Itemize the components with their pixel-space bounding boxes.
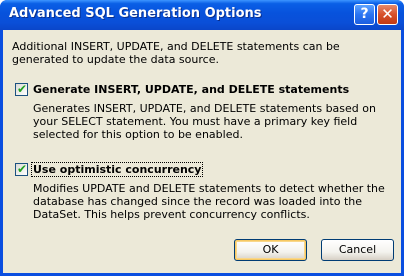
cancel-button[interactable]: Cancel — [321, 239, 394, 261]
dialog-window: Advanced SQL Generation Options ? ✕ Addi… — [0, 0, 404, 276]
generate-statements-description: Generates INSERT, UPDATE, and DELETE sta… — [33, 102, 376, 141]
help-button[interactable]: ? — [354, 4, 375, 25]
title-bar[interactable]: Advanced SQL Generation Options ? ✕ — [0, 0, 404, 30]
dialog-body: Additional INSERT, UPDATE, and DELETE st… — [3, 30, 401, 273]
optimistic-concurrency-description: Modifies UPDATE and DELETE statements to… — [33, 182, 385, 221]
generate-statements-checkbox[interactable]: ✔ — [15, 82, 28, 96]
ok-button[interactable]: OK — [234, 239, 307, 261]
generate-statements-label[interactable]: Generate INSERT, UPDATE, and DELETE stat… — [33, 83, 349, 96]
dialog-title: Advanced SQL Generation Options — [9, 6, 262, 21]
checkmark-icon: ✔ — [17, 162, 28, 176]
checkmark-icon: ✔ — [17, 82, 28, 96]
close-button[interactable]: ✕ — [377, 4, 398, 25]
optimistic-concurrency-label[interactable]: Use optimistic concurrency — [31, 162, 204, 177]
close-icon: ✕ — [381, 5, 394, 23]
optimistic-concurrency-checkbox[interactable]: ✔ — [15, 162, 28, 176]
intro-text: Additional INSERT, UPDATE, and DELETE st… — [12, 40, 340, 66]
help-icon: ? — [360, 6, 369, 22]
